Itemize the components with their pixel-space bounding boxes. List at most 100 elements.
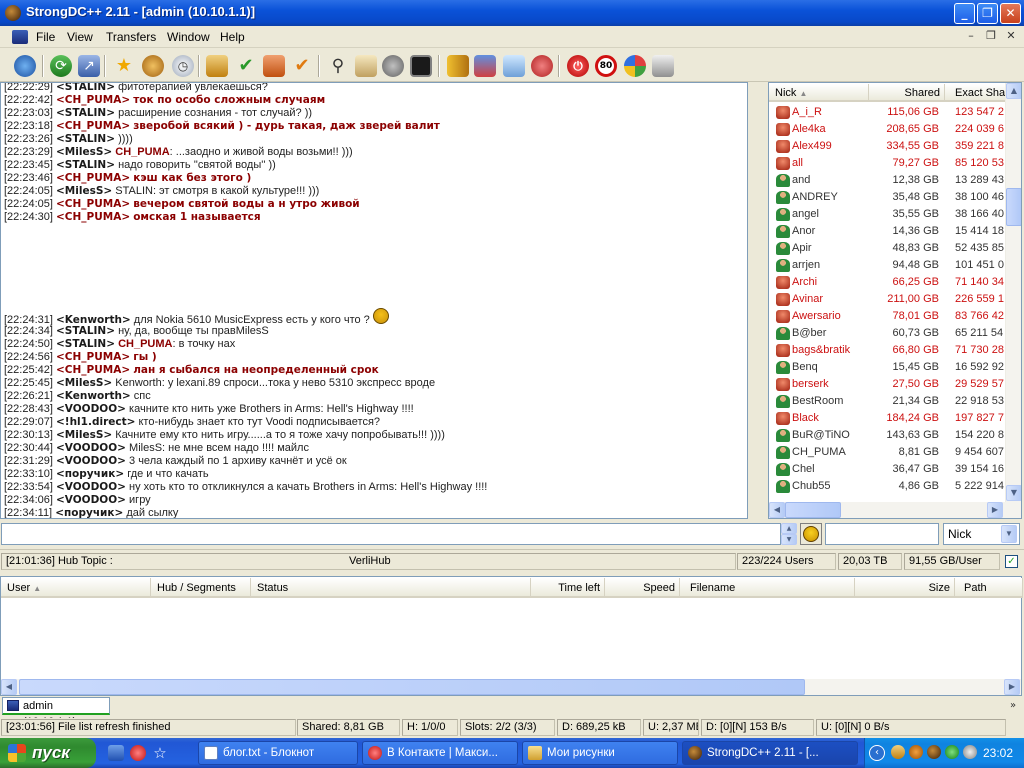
- show-desktop-icon[interactable]: [108, 745, 124, 761]
- user-row[interactable]: bags&bratik 66,80 GB 71 730 28: [769, 342, 1005, 359]
- scroll-thumb[interactable]: [1006, 188, 1021, 226]
- chat-nick[interactable]: <CH_PUMA>: [56, 211, 130, 223]
- taskbar-my-pictures[interactable]: Мои рисунки: [522, 741, 678, 765]
- chat-nick[interactable]: <CH_PUMA>: [56, 364, 130, 376]
- transfer-view[interactable]: User ▲ Hub / Segments Status Time left S…: [0, 576, 1023, 696]
- chat-nick[interactable]: <Kenworth>: [56, 390, 131, 402]
- scroll-thumb[interactable]: [785, 502, 841, 518]
- maximize-button[interactable]: ❐: [977, 3, 998, 24]
- user-row[interactable]: A_i_R 115,06 GB 123 547 2: [769, 104, 1005, 121]
- settings-icon[interactable]: [652, 55, 674, 77]
- user-row[interactable]: Chel 36,47 GB 39 154 16: [769, 461, 1005, 478]
- taskbar-notepad[interactable]: блог.txt - Блокнот: [198, 741, 358, 765]
- search-icon[interactable]: ⚲: [327, 55, 349, 77]
- chat-nick[interactable]: <STALIN>: [56, 338, 115, 350]
- transfer-column-speed[interactable]: Speed: [605, 578, 680, 598]
- app-icon[interactable]: [5, 5, 21, 21]
- favorite-users-icon[interactable]: [142, 55, 164, 77]
- user-row[interactable]: CH_PUMA 8,81 GB 9 454 607: [769, 444, 1005, 461]
- user-row[interactable]: all 79,27 GB 85 120 53: [769, 155, 1005, 172]
- chat-nick[interactable]: <поручик>: [56, 468, 124, 480]
- nick-column-header[interactable]: Nick ▲: [769, 84, 869, 102]
- chat-nick[interactable]: <MilesS>: [56, 185, 112, 197]
- user-row[interactable]: and 12,38 GB 13 289 43: [769, 172, 1005, 189]
- user-row[interactable]: Black 184,24 GB 197 827 7: [769, 410, 1005, 427]
- scroll-left-icon[interactable]: ◀: [769, 502, 785, 518]
- notepad-icon[interactable]: [410, 55, 432, 77]
- transfer-column-path[interactable]: Path: [955, 578, 1023, 598]
- chat-nick[interactable]: <CH_PUMA>: [56, 94, 130, 106]
- user-row[interactable]: Anor 14,36 GB 15 414 18: [769, 223, 1005, 240]
- userlist-vscrollbar[interactable]: ▲ ▼: [1005, 83, 1021, 502]
- tray-utorrent-icon[interactable]: [945, 745, 959, 759]
- chat-nick[interactable]: <поручик>: [55, 507, 123, 518]
- input-scroll-down-icon[interactable]: ▼: [781, 534, 797, 545]
- open-own-list-icon[interactable]: [474, 55, 496, 77]
- upload-queue-icon[interactable]: [263, 55, 285, 77]
- chat-nick[interactable]: <STALIN>: [56, 107, 115, 119]
- power-icon[interactable]: ⏻: [567, 55, 589, 77]
- menu-transfers[interactable]: Transfers: [106, 30, 156, 44]
- tray-expand-icon[interactable]: ‹: [869, 745, 885, 761]
- user-row[interactable]: Alex499 334,55 GB 359 221 8: [769, 138, 1005, 155]
- user-row[interactable]: Awersario 78,01 GB 83 766 42: [769, 308, 1005, 325]
- user-row[interactable]: BestRoom 21,34 GB 22 918 53: [769, 393, 1005, 410]
- follow-redirect-icon[interactable]: ↗: [78, 55, 100, 77]
- user-row[interactable]: B@ber 60,73 GB 65 211 54: [769, 325, 1005, 342]
- public-hubs-icon[interactable]: [14, 55, 36, 77]
- search-spy-icon[interactable]: [382, 55, 404, 77]
- chat-nick[interactable]: <MilesS>: [56, 429, 112, 441]
- chat-message-input[interactable]: [1, 523, 781, 545]
- start-button[interactable]: пуск: [0, 738, 96, 768]
- title-bar[interactable]: StrongDC++ 2.11 - [admin (10.10.1.1)] _ …: [0, 0, 1024, 26]
- tab-scroll-right-icon[interactable]: »: [1010, 700, 1016, 711]
- input-scroll-up-icon[interactable]: ▲: [781, 523, 797, 534]
- chat-nick[interactable]: <MilesS>: [56, 377, 112, 389]
- transfer-hscrollbar[interactable]: ◀ ▶: [1, 679, 1021, 695]
- chat-scrollbar[interactable]: ▲ ▼: [747, 83, 748, 519]
- finished-downloads-icon[interactable]: ✔: [235, 55, 257, 77]
- user-row[interactable]: Avinar 211,00 GB 226 559 1: [769, 291, 1005, 308]
- chat-nick[interactable]: <CH_PUMA>: [56, 120, 130, 132]
- transfer-column-user[interactable]: User ▲: [1, 578, 151, 598]
- chat-nick[interactable]: <VOODOO>: [56, 403, 126, 415]
- user-row[interactable]: Archi 66,25 GB 71 140 34: [769, 274, 1005, 291]
- chat-nick[interactable]: <MilesS>: [56, 146, 112, 158]
- close-button[interactable]: ✕: [1000, 3, 1021, 24]
- taskbar-strongdc[interactable]: StrongDC++ 2.11 - [...: [682, 741, 858, 765]
- show-users-checkbox[interactable]: ✓: [1005, 555, 1018, 568]
- chat-nick[interactable]: <STALIN>: [56, 325, 115, 337]
- chat-nick[interactable]: <VOODOO>: [56, 494, 126, 506]
- mdi-minimize-button[interactable]: –: [963, 28, 979, 44]
- transfer-column-status[interactable]: Status: [251, 578, 531, 598]
- opera-icon[interactable]: [130, 745, 146, 761]
- chat-nick[interactable]: <CH_PUMA>: [56, 198, 130, 210]
- user-row[interactable]: berserk 27,50 GB 29 529 57: [769, 376, 1005, 393]
- speed-limit-icon[interactable]: 80: [595, 55, 617, 77]
- scroll-right-icon[interactable]: ▶: [1004, 679, 1020, 695]
- chat-nick[interactable]: <!hl1.direct>: [56, 416, 135, 428]
- chevron-down-icon[interactable]: ▼: [1001, 525, 1017, 543]
- hub-tab[interactable]: admin (10.10.1.1): [2, 697, 110, 728]
- scroll-up-icon[interactable]: ▲: [1006, 83, 1021, 99]
- user-row[interactable]: Ale4ka 208,65 GB 224 039 6: [769, 121, 1005, 138]
- scroll-left-icon[interactable]: ◀: [1, 679, 17, 695]
- tray-app-icon[interactable]: [891, 745, 905, 759]
- open-file-list-icon[interactable]: [447, 55, 469, 77]
- user-row[interactable]: angel 35,55 GB 38 166 40: [769, 206, 1005, 223]
- menu-window[interactable]: Window: [167, 30, 210, 44]
- chat-nick[interactable]: <STALIN>: [56, 159, 115, 171]
- scroll-thumb[interactable]: [19, 679, 805, 695]
- taskbar-browser[interactable]: В Контакте | Макси...: [362, 741, 518, 765]
- scroll-down-icon[interactable]: ▼: [1006, 485, 1021, 501]
- chat-nick[interactable]: <CH_PUMA>: [56, 351, 130, 363]
- exact-share-column-header[interactable]: Exact Sha: [945, 84, 1007, 102]
- user-row[interactable]: arrjen 94,48 GB 101 451 0: [769, 257, 1005, 274]
- reconnect-icon[interactable]: ⟳: [50, 55, 72, 77]
- recent-hubs-icon[interactable]: ◷: [172, 55, 194, 77]
- minimize-button[interactable]: _: [954, 3, 975, 24]
- chat-window[interactable]: [22:22:29] <STALIN> фитотерапией увлекае…: [0, 82, 748, 519]
- user-row[interactable]: Chub55 4,86 GB 5 222 914: [769, 478, 1005, 495]
- menu-help[interactable]: Help: [220, 30, 245, 44]
- adl-search-icon[interactable]: [355, 55, 377, 77]
